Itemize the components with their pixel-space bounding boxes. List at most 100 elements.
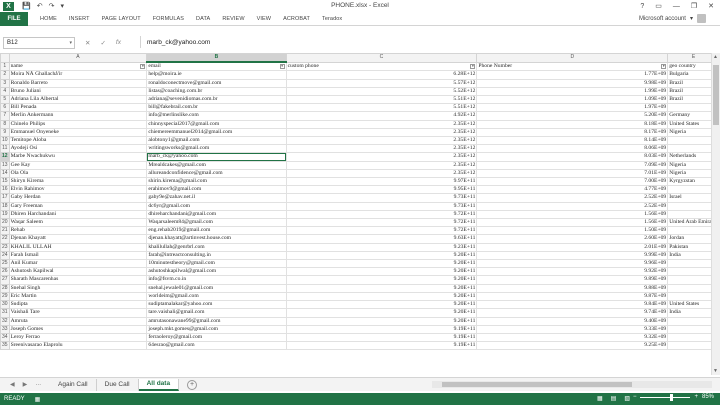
- row-header[interactable]: 8: [0, 119, 10, 129]
- tab-acrobat[interactable]: ACROBAT: [283, 16, 310, 22]
- cell[interactable]: sudiptamalakar@yahoo.com: [146, 300, 287, 310]
- filter-dropdown-icon[interactable]: ▾: [279, 64, 285, 70]
- cell[interactable]: eng.rehab2019@gmail.com: [146, 226, 287, 236]
- sheet-tab-all-data[interactable]: All data: [138, 378, 180, 391]
- row-header[interactable]: 3: [0, 78, 10, 88]
- tab-home[interactable]: HOME: [40, 16, 57, 22]
- filter-dropdown-icon[interactable]: ▾: [470, 63, 476, 69]
- cell[interactable]: 5.51E+12: [285, 95, 478, 105]
- normal-view-icon[interactable]: ▦: [597, 395, 603, 402]
- select-all-corner[interactable]: [0, 53, 10, 63]
- cell[interactable]: Ronaldo Barreto: [8, 78, 148, 88]
- row-header[interactable]: 26: [0, 267, 10, 277]
- cell[interactable]: 5.51E+12: [285, 103, 478, 113]
- cell[interactable]: 9.20E+11: [285, 267, 478, 277]
- cell[interactable]: Emmanuel Onyeneke: [8, 127, 148, 138]
- row-header[interactable]: 9: [0, 127, 10, 138]
- row-header[interactable]: 15: [0, 177, 10, 187]
- insert-function-icon[interactable]: fx: [116, 39, 121, 47]
- cell[interactable]: chiemereemmanuel2014@gmail.com: [146, 127, 287, 138]
- cell[interactable]: info@fsvm.co.in: [146, 275, 287, 285]
- cell[interactable]: 9.19E+11: [285, 324, 478, 334]
- cell[interactable]: Amruta: [8, 316, 148, 326]
- cell[interactable]: Bill Penada: [8, 103, 148, 113]
- cell[interactable]: adriana@sevenidiomas.com.br: [146, 95, 287, 105]
- cell[interactable]: 2.35E+12: [285, 168, 478, 179]
- cell[interactable]: 9.97E+11: [285, 177, 478, 187]
- cell[interactable]: 2.35E+12: [285, 119, 478, 129]
- row-header[interactable]: 19: [0, 209, 10, 220]
- cell[interactable]: 9.72E+11: [285, 209, 478, 220]
- formula-input[interactable]: marb_ck@yahoo.com: [140, 36, 718, 48]
- cell[interactable]: 7.01E+09: [476, 168, 669, 179]
- row-header[interactable]: 23: [0, 242, 10, 252]
- cell[interactable]: 9.20E+11: [285, 316, 478, 326]
- cell[interactable]: 8.18E+09: [476, 119, 669, 129]
- tab-review[interactable]: REVIEW: [222, 16, 244, 22]
- cell[interactable]: dhireharchandani@gmail.com: [146, 209, 287, 220]
- row-header[interactable]: 2: [0, 70, 10, 80]
- cell[interactable]: 5.20E+09: [476, 111, 669, 121]
- cell[interactable]: shirin.kirema@gmail.com: [146, 177, 287, 187]
- cell[interactable]: Farah Ismail: [8, 250, 148, 261]
- row-header[interactable]: 22: [0, 234, 10, 244]
- cell[interactable]: Gee Kay: [8, 160, 148, 170]
- cell[interactable]: chinnyspecial2017@gmail.com: [146, 119, 287, 129]
- more-sheets-icon[interactable]: …: [35, 381, 41, 388]
- cell[interactable]: 9.23E+11: [285, 242, 478, 252]
- worksheet-grid[interactable]: A B C D E 1 name ▾ email ▾ custom phone ▾ P…: [0, 53, 720, 375]
- row-header[interactable]: 17: [0, 193, 10, 203]
- cell[interactable]: 9.72E+11: [285, 218, 478, 228]
- hscroll-thumb[interactable]: [442, 382, 632, 387]
- cell[interactable]: gaby9e@zahav.net.il: [146, 193, 287, 203]
- row-header[interactable]: 33: [0, 324, 10, 334]
- name-box[interactable]: B12 ▾: [3, 36, 75, 49]
- cell[interactable]: Eric Martin: [8, 291, 148, 302]
- enter-icon[interactable]: ✓: [100, 39, 105, 47]
- cell[interactable]: 64esrao@gmail.com: [146, 341, 287, 351]
- customize-toolbar-icon[interactable]: ▾: [60, 2, 64, 10]
- cell[interactable]: 1.09E+09: [476, 95, 669, 105]
- horizontal-scrollbar[interactable]: [432, 381, 712, 388]
- cancel-icon[interactable]: ✕: [85, 39, 90, 47]
- cell[interactable]: 9.74E+09: [476, 308, 669, 318]
- macro-record-icon[interactable]: ▦: [35, 396, 41, 403]
- cell[interactable]: 9.73E+11: [285, 201, 478, 211]
- row-header[interactable]: 14: [0, 168, 10, 179]
- cell[interactable]: 9.72E+11: [285, 226, 478, 236]
- row-header[interactable]: 13: [0, 160, 10, 170]
- row-header[interactable]: 34: [0, 332, 10, 343]
- cell[interactable]: 2.01E+09: [476, 242, 669, 252]
- cell[interactable]: Merlin Ankermann: [8, 111, 148, 121]
- cell[interactable]: dc6yr@gmail.com: [146, 201, 287, 211]
- tab-teradox[interactable]: Teradox: [322, 16, 342, 22]
- cell[interactable]: Rehab: [8, 226, 148, 236]
- scroll-thumb[interactable]: [713, 65, 719, 125]
- minimize-icon[interactable]: —: [673, 3, 680, 10]
- row-header[interactable]: 5: [0, 95, 10, 105]
- cell[interactable]: 9.20E+11: [285, 291, 478, 302]
- cell[interactable]: info@merlinslike.com: [146, 111, 287, 121]
- vertical-scrollbar[interactable]: ▲ ▼: [711, 53, 720, 375]
- cell[interactable]: Joseph Gomes: [8, 324, 148, 334]
- scroll-up-icon[interactable]: ▲: [713, 54, 718, 60]
- cell[interactable]: snehal.jewale01@gmail.com: [146, 283, 287, 293]
- cell[interactable]: Ola Ola: [8, 168, 148, 179]
- filter-dropdown-icon[interactable]: ▾: [661, 63, 667, 69]
- account-menu[interactable]: Microsoft account ▾: [639, 14, 706, 23]
- row-header[interactable]: 24: [0, 250, 10, 261]
- cell[interactable]: Leroy Ferrao: [8, 332, 148, 343]
- cell[interactable]: 9.40E+09: [476, 316, 669, 326]
- cell[interactable]: Ashutosh Kapilwal: [8, 267, 148, 277]
- row-header[interactable]: 12: [0, 152, 10, 162]
- tab-page-layout[interactable]: PAGE LAYOUT: [102, 16, 141, 22]
- cell[interactable]: worldeim@gmail.com: [146, 291, 287, 302]
- sheet-tab-again-call[interactable]: Again Call: [50, 378, 97, 391]
- cell[interactable]: Vaishali Tare: [8, 308, 148, 318]
- cell[interactable]: Adriana Lila Albertal: [8, 95, 148, 105]
- cell[interactable]: 10minutestheory@gmail.com: [146, 259, 287, 269]
- cell[interactable]: 9.32E+09: [476, 332, 669, 343]
- cell[interactable]: Waqarsaleem84@gmail.com: [146, 218, 287, 228]
- column-header-d[interactable]: D: [476, 53, 669, 63]
- cell[interactable]: Ayodeji Osi: [8, 144, 148, 154]
